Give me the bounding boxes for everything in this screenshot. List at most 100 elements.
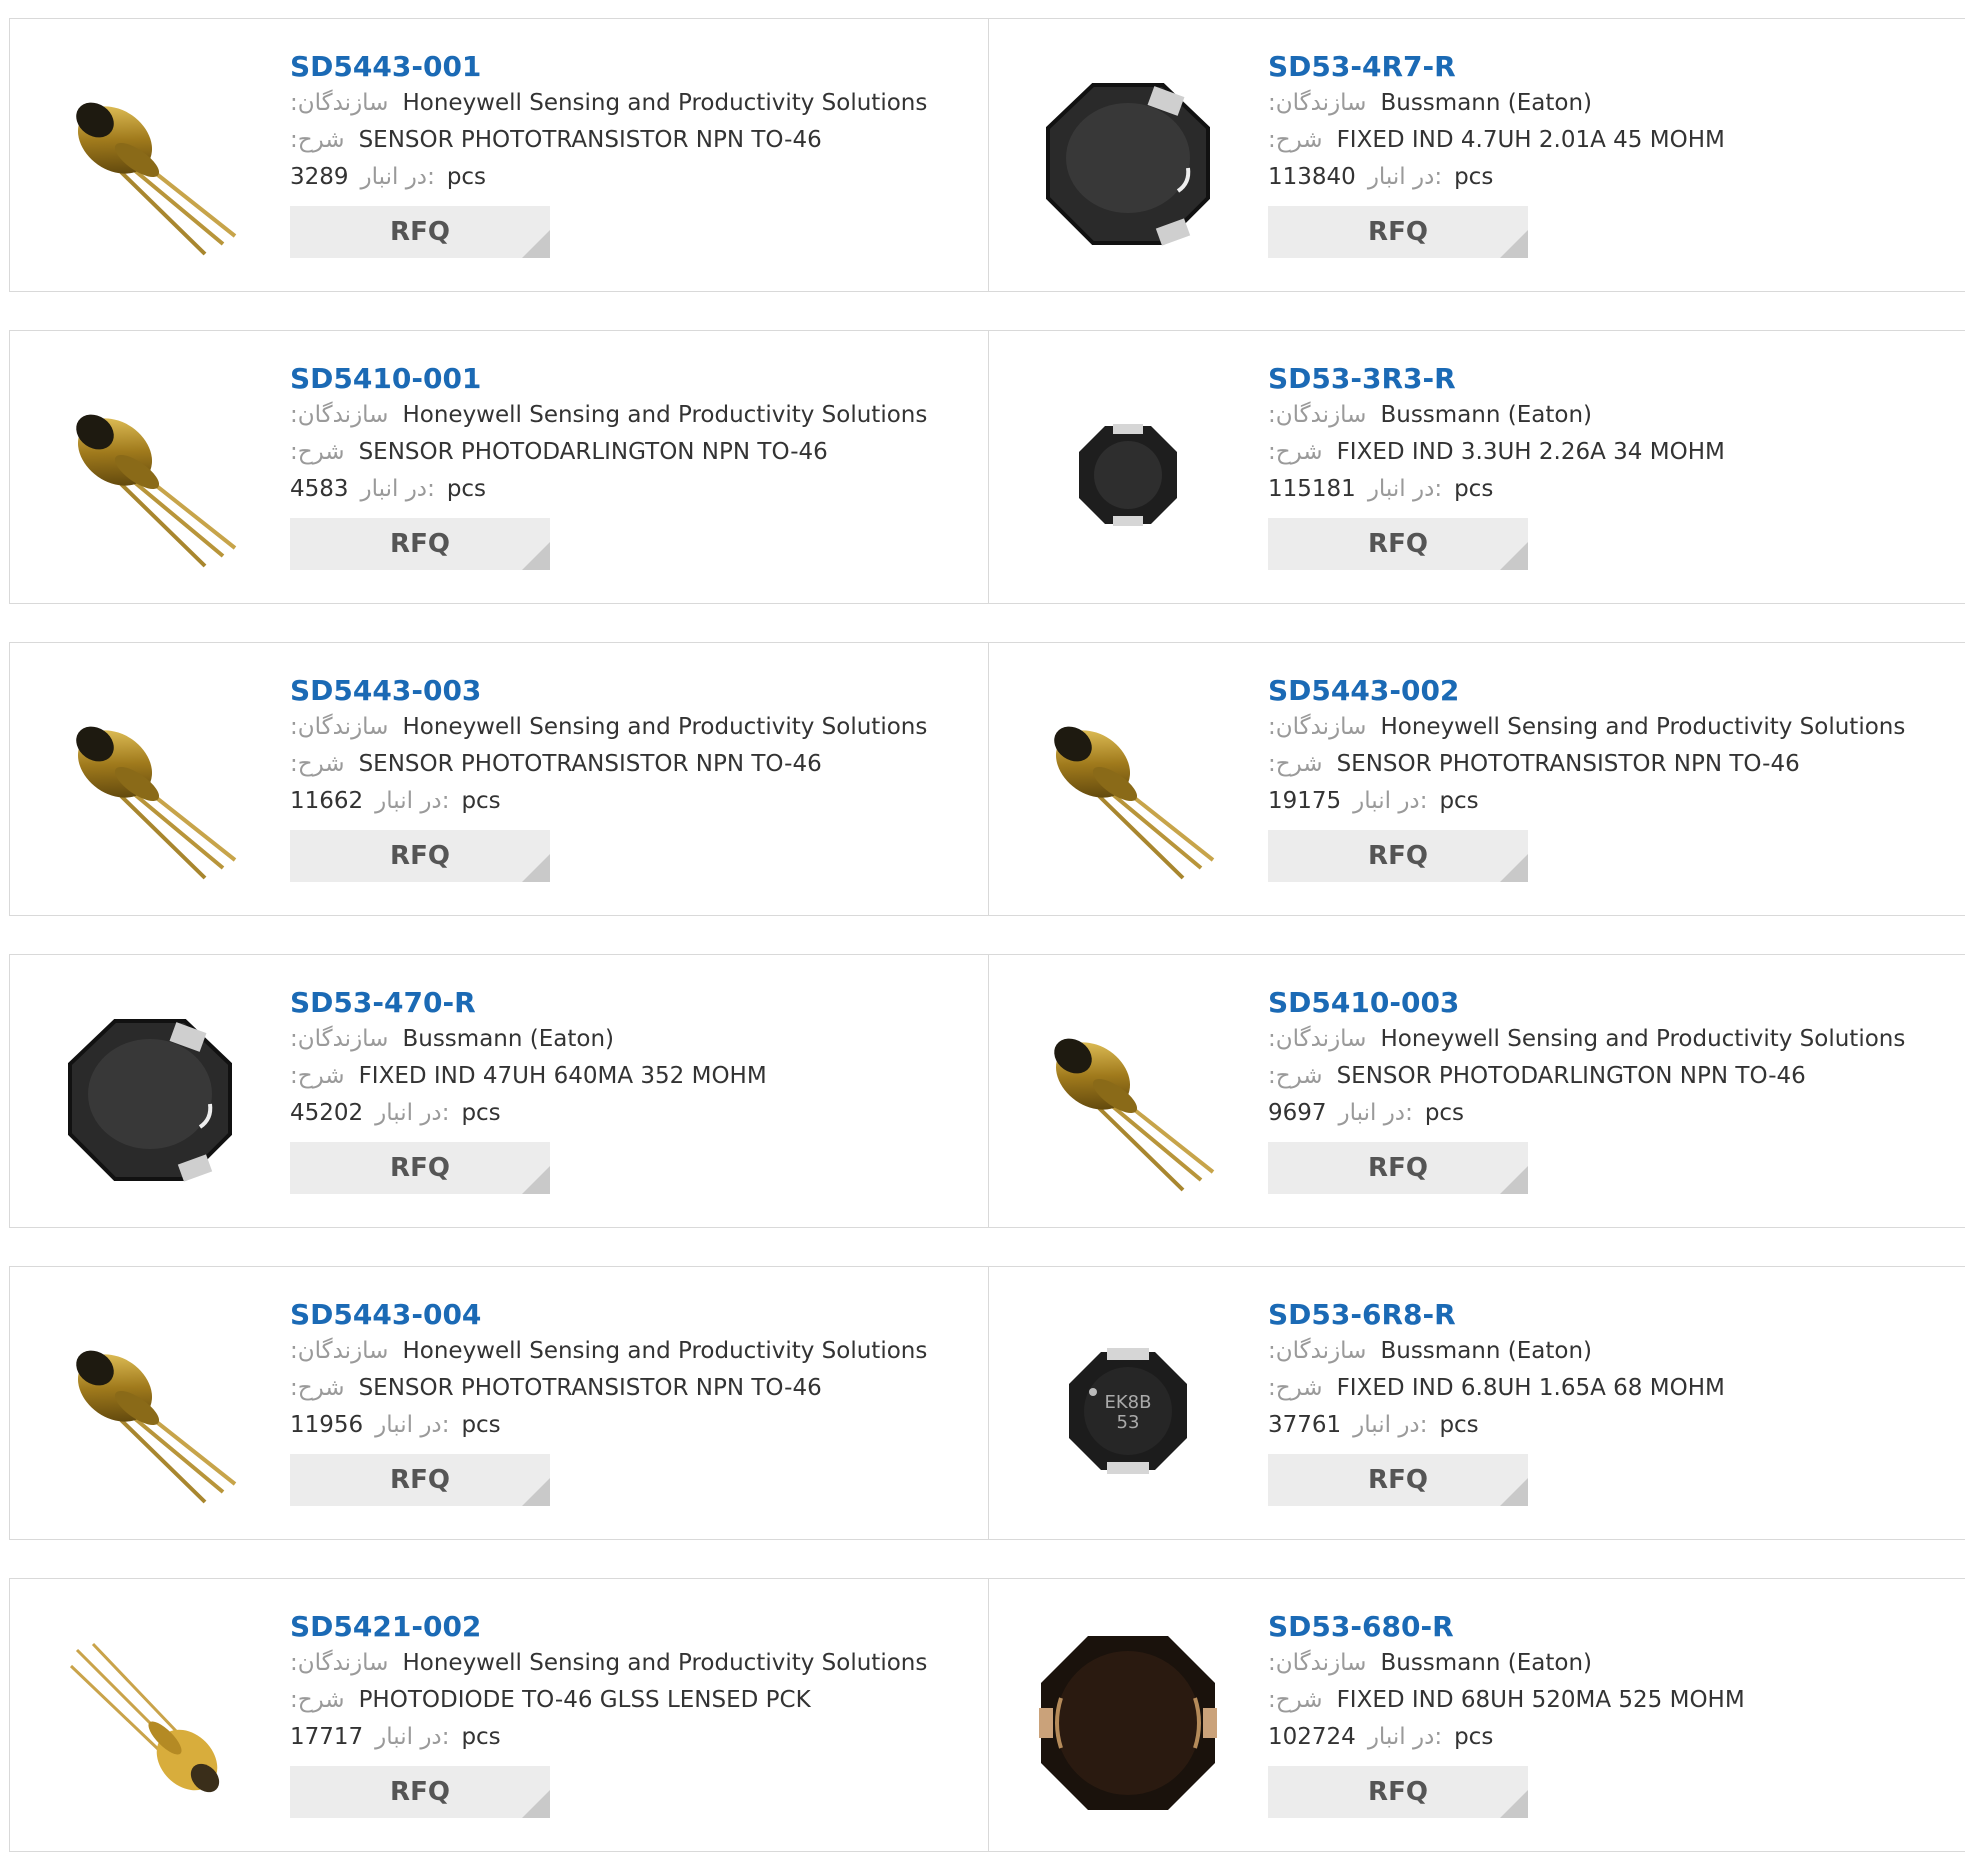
manufacturer-label: :سازندگان: [1268, 1650, 1367, 1676]
stock-line: 9697 در انبار: pcs: [1268, 1095, 1948, 1132]
rfq-button[interactable]: RFQ: [1268, 206, 1528, 258]
rfq-button[interactable]: RFQ: [290, 1454, 550, 1506]
stock-line: 3289 در انبار: pcs: [290, 159, 970, 196]
part-number-link[interactable]: SD53-680-R: [1268, 1609, 1948, 1645]
part-number-link[interactable]: SD5443-004: [290, 1297, 970, 1333]
stock-unit: pcs: [1439, 1412, 1479, 1438]
rfq-button[interactable]: RFQ: [290, 830, 550, 882]
manufacturer-line: :سازندگان Honeywell Sensing and Productiv…: [1268, 709, 1948, 746]
description-label: :شرح: [290, 439, 345, 465]
part-number-link[interactable]: SD5443-003: [290, 673, 970, 709]
product-row: SD5421-002 :سازندگان Honeywell Sensing an…: [9, 1578, 1965, 1852]
part-number-link[interactable]: SD5410-003: [1268, 985, 1948, 1021]
description-label: :شرح: [1268, 1687, 1323, 1713]
product-info: SD53-680-R :سازندگان Bussmann (Eaton) :شر…: [1268, 1609, 1948, 1818]
part-number-link[interactable]: SD53-3R3-R: [1268, 361, 1948, 397]
description-value: PHOTODIODE TO-46 GLSS LENSED PCK: [358, 1687, 811, 1713]
manufacturer-label: :سازندگان: [1268, 1338, 1367, 1364]
part-number-link[interactable]: SD5443-001: [290, 49, 970, 85]
stock-line: 102724 در انبار: pcs: [1268, 1719, 1948, 1756]
description-label: :شرح: [1268, 1063, 1323, 1089]
stock-quantity: 9697: [1268, 1100, 1327, 1126]
product-info: SD5410-003 :سازندگان Honeywell Sensing an…: [1268, 985, 1948, 1194]
rfq-button[interactable]: RFQ: [290, 1766, 550, 1818]
stock-unit: pcs: [461, 788, 501, 814]
rfq-button[interactable]: RFQ: [1268, 518, 1528, 570]
manufacturer-label: :سازندگان: [290, 1650, 389, 1676]
description-label: :شرح: [290, 751, 345, 777]
stock-label: در انبار:: [375, 788, 450, 814]
rfq-button[interactable]: RFQ: [1268, 1454, 1528, 1506]
corner-decoration: [1500, 230, 1528, 258]
stock-quantity: 17717: [290, 1724, 364, 1750]
product-card: SD5410-001 :سازندگان Honeywell Sensing an…: [10, 331, 989, 603]
description-label: :شرح: [1268, 751, 1323, 777]
description-label: :شرح: [290, 1063, 345, 1089]
corner-decoration: [1500, 1478, 1528, 1506]
stock-line: 19175 در انبار: pcs: [1268, 783, 1948, 820]
manufacturer-value: Honeywell Sensing and Productivity Solut…: [1380, 1026, 1906, 1052]
part-number-link[interactable]: SD5410-001: [290, 361, 970, 397]
description-value: FIXED IND 6.8UH 1.65A 68 MOHM: [1336, 1375, 1725, 1401]
rfq-label: RFQ: [1368, 217, 1428, 247]
manufacturer-label: :سازندگان: [1268, 714, 1367, 740]
stock-unit: pcs: [446, 476, 487, 502]
inductor-small-icon[interactable]: [1028, 375, 1228, 575]
manufacturer-value: Bussmann (Eaton): [1380, 402, 1592, 428]
to46-transistor-icon[interactable]: [50, 687, 250, 887]
stock-line: 4583 در انبار: pcs: [290, 471, 970, 508]
manufacturer-value: Honeywell Sensing and Productivity Solut…: [402, 1650, 928, 1676]
product-info: SD5421-002 :سازندگان Honeywell Sensing an…: [290, 1609, 970, 1818]
manufacturer-label: :سازندگان: [1268, 402, 1367, 428]
stock-line: 113840 در انبار: pcs: [1268, 159, 1948, 196]
product-card: SD53-4R7-R :سازندگان Bussmann (Eaton) :شر…: [988, 19, 1965, 291]
corner-decoration: [1500, 542, 1528, 570]
description-line: :شرح SENSOR PHOTODARLINGTON NPN TO-46: [290, 434, 970, 471]
part-number-link[interactable]: SD53-470-R: [290, 985, 970, 1021]
corner-decoration: [522, 1790, 550, 1818]
product-row: SD5443-004 :سازندگان Honeywell Sensing an…: [9, 1266, 1965, 1540]
inductor-marked-icon[interactable]: EK8B 53: [1028, 1311, 1228, 1511]
description-value: SENSOR PHOTOTRANSISTOR NPN TO-46: [358, 751, 822, 777]
product-info: SD5443-002 :سازندگان Honeywell Sensing an…: [1268, 673, 1948, 882]
inductor-large-icon[interactable]: [1028, 63, 1228, 263]
to46-transistor-icon[interactable]: [1028, 999, 1228, 1199]
rfq-label: RFQ: [1368, 841, 1428, 871]
part-number-link[interactable]: SD5443-002: [1268, 673, 1948, 709]
manufacturer-label: :سازندگان: [1268, 90, 1367, 116]
rfq-button[interactable]: RFQ: [290, 1142, 550, 1194]
rfq-button[interactable]: RFQ: [290, 206, 550, 258]
rfq-button[interactable]: RFQ: [1268, 1766, 1528, 1818]
corner-decoration: [1500, 854, 1528, 882]
stock-unit: pcs: [1454, 1724, 1494, 1750]
rfq-label: RFQ: [1368, 1153, 1428, 1183]
stock-line: 37761 در انبار: pcs: [1268, 1407, 1948, 1444]
to46-transistor-icon[interactable]: [1028, 687, 1228, 887]
manufacturer-value: Bussmann (Eaton): [1380, 90, 1592, 116]
description-line: :شرح SENSOR PHOTODARLINGTON NPN TO-46: [1268, 1058, 1948, 1095]
manufacturer-value: Honeywell Sensing and Productivity Solut…: [1380, 714, 1906, 740]
rfq-button[interactable]: RFQ: [1268, 1142, 1528, 1194]
corner-decoration: [1500, 1790, 1528, 1818]
stock-label: در انبار:: [1367, 164, 1443, 190]
part-number-link[interactable]: SD5421-002: [290, 1609, 970, 1645]
photodiode-icon[interactable]: [50, 1623, 250, 1823]
part-number-link[interactable]: SD53-4R7-R: [1268, 49, 1948, 85]
description-label: :شرح: [290, 1375, 345, 1401]
product-info: SD5443-001 :سازندگان Honeywell Sensing an…: [290, 49, 970, 258]
stock-unit: pcs: [446, 164, 487, 190]
rfq-label: RFQ: [390, 1465, 450, 1495]
description-value: SENSOR PHOTODARLINGTON NPN TO-46: [358, 439, 828, 465]
to46-transistor-icon[interactable]: [50, 375, 250, 575]
rfq-button[interactable]: RFQ: [1268, 830, 1528, 882]
corner-decoration: [522, 230, 550, 258]
manufacturer-value: Honeywell Sensing and Productivity Solut…: [402, 714, 928, 740]
product-grid: SD5443-001 :سازندگان Honeywell Sensing an…: [0, 0, 1965, 1852]
inductor-dark-icon[interactable]: [1028, 1623, 1228, 1823]
to46-transistor-icon[interactable]: [50, 1311, 250, 1511]
inductor-large-icon[interactable]: [50, 999, 250, 1199]
rfq-button[interactable]: RFQ: [290, 518, 550, 570]
product-row: SD5443-001 :سازندگان Honeywell Sensing an…: [9, 18, 1965, 292]
part-number-link[interactable]: SD53-6R8-R: [1268, 1297, 1948, 1333]
to46-transistor-icon[interactable]: [50, 63, 250, 263]
